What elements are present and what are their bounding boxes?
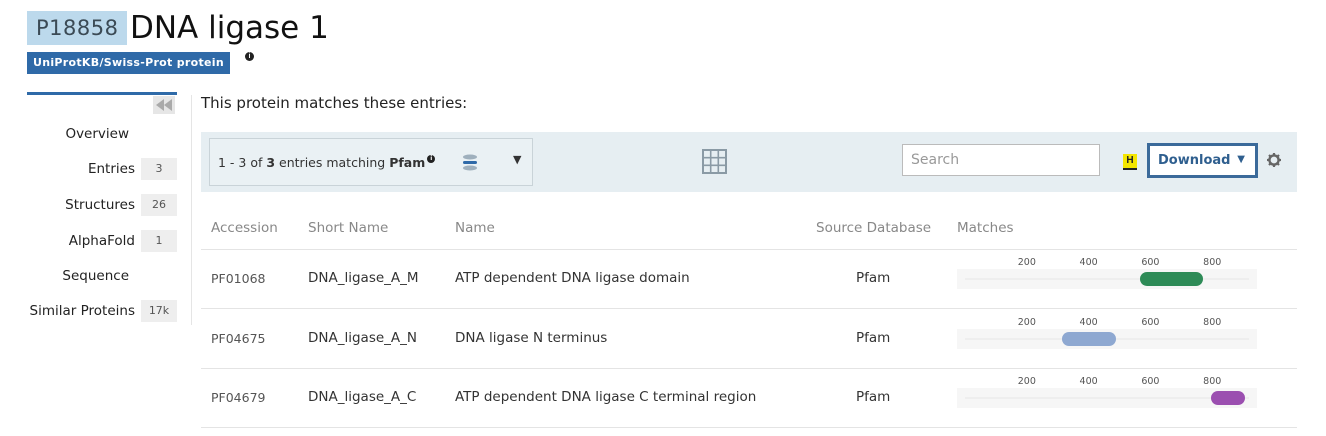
match-viewer: 200 400 600 800 bbox=[957, 315, 1257, 355]
column-header-accession[interactable]: Accession bbox=[211, 220, 278, 236]
download-label: Download bbox=[1158, 153, 1231, 168]
accession-link[interactable]: PF01068 bbox=[211, 271, 266, 286]
table-row: PF04675 DNA_ligase_A_N DNA ligase N term… bbox=[201, 309, 1297, 369]
accession-badge: P18858 bbox=[27, 11, 128, 45]
position-axis: 200 400 600 800 bbox=[957, 255, 1257, 269]
axis-tick-label: 800 bbox=[1203, 317, 1222, 328]
sidebar-item-sequence[interactable]: Sequence bbox=[27, 264, 177, 288]
table-header-row: Accession Short Name Name Source Databas… bbox=[201, 208, 1297, 250]
position-axis: 200 400 600 800 bbox=[957, 374, 1257, 388]
entry-name-link[interactable]: ATP dependent DNA ligase C terminal regi… bbox=[455, 389, 756, 405]
download-button[interactable]: Download ▼ bbox=[1147, 143, 1258, 178]
domain-match-bar[interactable] bbox=[1139, 272, 1203, 286]
info-icon[interactable]: i bbox=[427, 154, 436, 163]
filter-total: 3 bbox=[266, 154, 276, 170]
protein-line bbox=[965, 397, 1249, 399]
source-database: Pfam bbox=[856, 330, 891, 346]
axis-tick-label: 200 bbox=[1017, 257, 1036, 268]
column-header-name[interactable]: Name bbox=[455, 220, 495, 236]
short-name-link[interactable]: DNA_ligase_A_M bbox=[308, 270, 419, 286]
entry-name-link[interactable]: ATP dependent DNA ligase domain bbox=[455, 270, 690, 286]
axis-tick-label: 600 bbox=[1141, 376, 1160, 387]
axis-tick-label: 600 bbox=[1141, 257, 1160, 268]
page-title: DNA ligase 1 bbox=[130, 10, 329, 46]
source-database: Pfam bbox=[856, 389, 891, 405]
sidebar-item-label: Overview bbox=[65, 126, 129, 142]
protein-line bbox=[965, 278, 1249, 280]
axis-tick-label: 200 bbox=[1017, 317, 1036, 328]
accession-link[interactable]: PF04675 bbox=[211, 331, 266, 346]
short-name-link[interactable]: DNA_ligase_A_N bbox=[308, 330, 417, 346]
filter-prefix: 1 - 3 of bbox=[218, 154, 267, 170]
count-badge: 1 bbox=[141, 230, 177, 252]
database-icon bbox=[463, 154, 477, 171]
filter-middle: entries matching bbox=[275, 154, 390, 170]
chevron-down-icon: ▼ bbox=[1237, 154, 1245, 165]
filter-database: Pfam bbox=[389, 154, 426, 170]
source-database: Pfam bbox=[856, 270, 891, 286]
sidebar-item-label: Structures bbox=[65, 197, 135, 213]
count-badge: 17k bbox=[141, 300, 177, 322]
axis-tick-label: 400 bbox=[1079, 257, 1098, 268]
axis-tick-label: 800 bbox=[1203, 376, 1222, 387]
gear-icon[interactable] bbox=[1267, 153, 1281, 167]
info-icon[interactable]: i bbox=[245, 52, 254, 61]
sidebar-nav: Overview Entries 3 Structures 26 AlphaFo… bbox=[27, 92, 177, 327]
table-row: PF01068 DNA_ligase_A_M ATP dependent DNA… bbox=[201, 249, 1297, 309]
column-header-matches: Matches bbox=[957, 220, 1014, 236]
sidebar-divider bbox=[191, 95, 192, 325]
axis-tick-label: 600 bbox=[1141, 317, 1160, 328]
section-intro: This protein matches these entries: bbox=[201, 94, 468, 112]
axis-tick-label: 400 bbox=[1079, 317, 1098, 328]
double-chevron-left-icon bbox=[156, 99, 172, 111]
axis-tick-label: 400 bbox=[1079, 376, 1098, 387]
axis-tick-label: 800 bbox=[1203, 257, 1222, 268]
protein-track bbox=[957, 329, 1257, 349]
search-input[interactable] bbox=[902, 144, 1100, 176]
chevron-down-icon: ▼ bbox=[513, 153, 522, 166]
highlight-icon[interactable]: H bbox=[1123, 154, 1137, 170]
sidebar-item-label: AlphaFold bbox=[68, 233, 135, 249]
protein-track bbox=[957, 388, 1257, 408]
collapse-sidebar-button[interactable] bbox=[153, 96, 175, 114]
accession-link[interactable]: PF04679 bbox=[211, 390, 266, 405]
count-badge: 3 bbox=[141, 158, 177, 180]
sidebar-item-alphafold[interactable]: AlphaFold 1 bbox=[27, 229, 177, 253]
database-filter-select[interactable]: 1 - 3 of 3 entries matching Pfam i ▼ bbox=[209, 138, 533, 186]
sidebar-item-label: Sequence bbox=[62, 268, 129, 284]
position-axis: 200 400 600 800 bbox=[957, 315, 1257, 329]
column-header-short-name[interactable]: Short Name bbox=[308, 220, 388, 236]
entry-name-link[interactable]: DNA ligase N terminus bbox=[455, 330, 607, 346]
protein-track bbox=[957, 269, 1257, 289]
sidebar-item-overview[interactable]: Overview bbox=[27, 122, 177, 146]
filter-summary: 1 - 3 of 3 entries matching Pfam i bbox=[218, 154, 436, 170]
column-header-source-database[interactable]: Source Database bbox=[816, 220, 931, 236]
short-name-link[interactable]: DNA_ligase_A_C bbox=[308, 389, 416, 405]
domain-match-bar[interactable] bbox=[1210, 391, 1245, 405]
match-viewer: 200 400 600 800 bbox=[957, 374, 1257, 414]
table-toolbar: 1 - 3 of 3 entries matching Pfami ▼ H Do… bbox=[201, 132, 1297, 192]
domain-match-bar[interactable] bbox=[1061, 332, 1117, 346]
sidebar-item-label: Similar Proteins bbox=[29, 303, 135, 319]
axis-tick-label: 200 bbox=[1017, 376, 1036, 387]
sidebar-item-structures[interactable]: Structures 26 bbox=[27, 193, 177, 217]
sidebar-item-entries[interactable]: Entries 3 bbox=[27, 157, 177, 181]
table-row: PF04679 DNA_ligase_A_C ATP dependent DNA… bbox=[201, 368, 1297, 428]
review-status-badge: UniProtKB/Swiss-Prot protein bbox=[27, 52, 230, 74]
sidebar-item-label: Entries bbox=[87, 161, 135, 177]
table-view-icon[interactable] bbox=[702, 149, 727, 174]
count-badge: 26 bbox=[141, 194, 177, 216]
sidebar-item-similar-proteins[interactable]: Similar Proteins 17k bbox=[27, 299, 177, 323]
match-viewer: 200 400 600 800 bbox=[957, 255, 1257, 295]
